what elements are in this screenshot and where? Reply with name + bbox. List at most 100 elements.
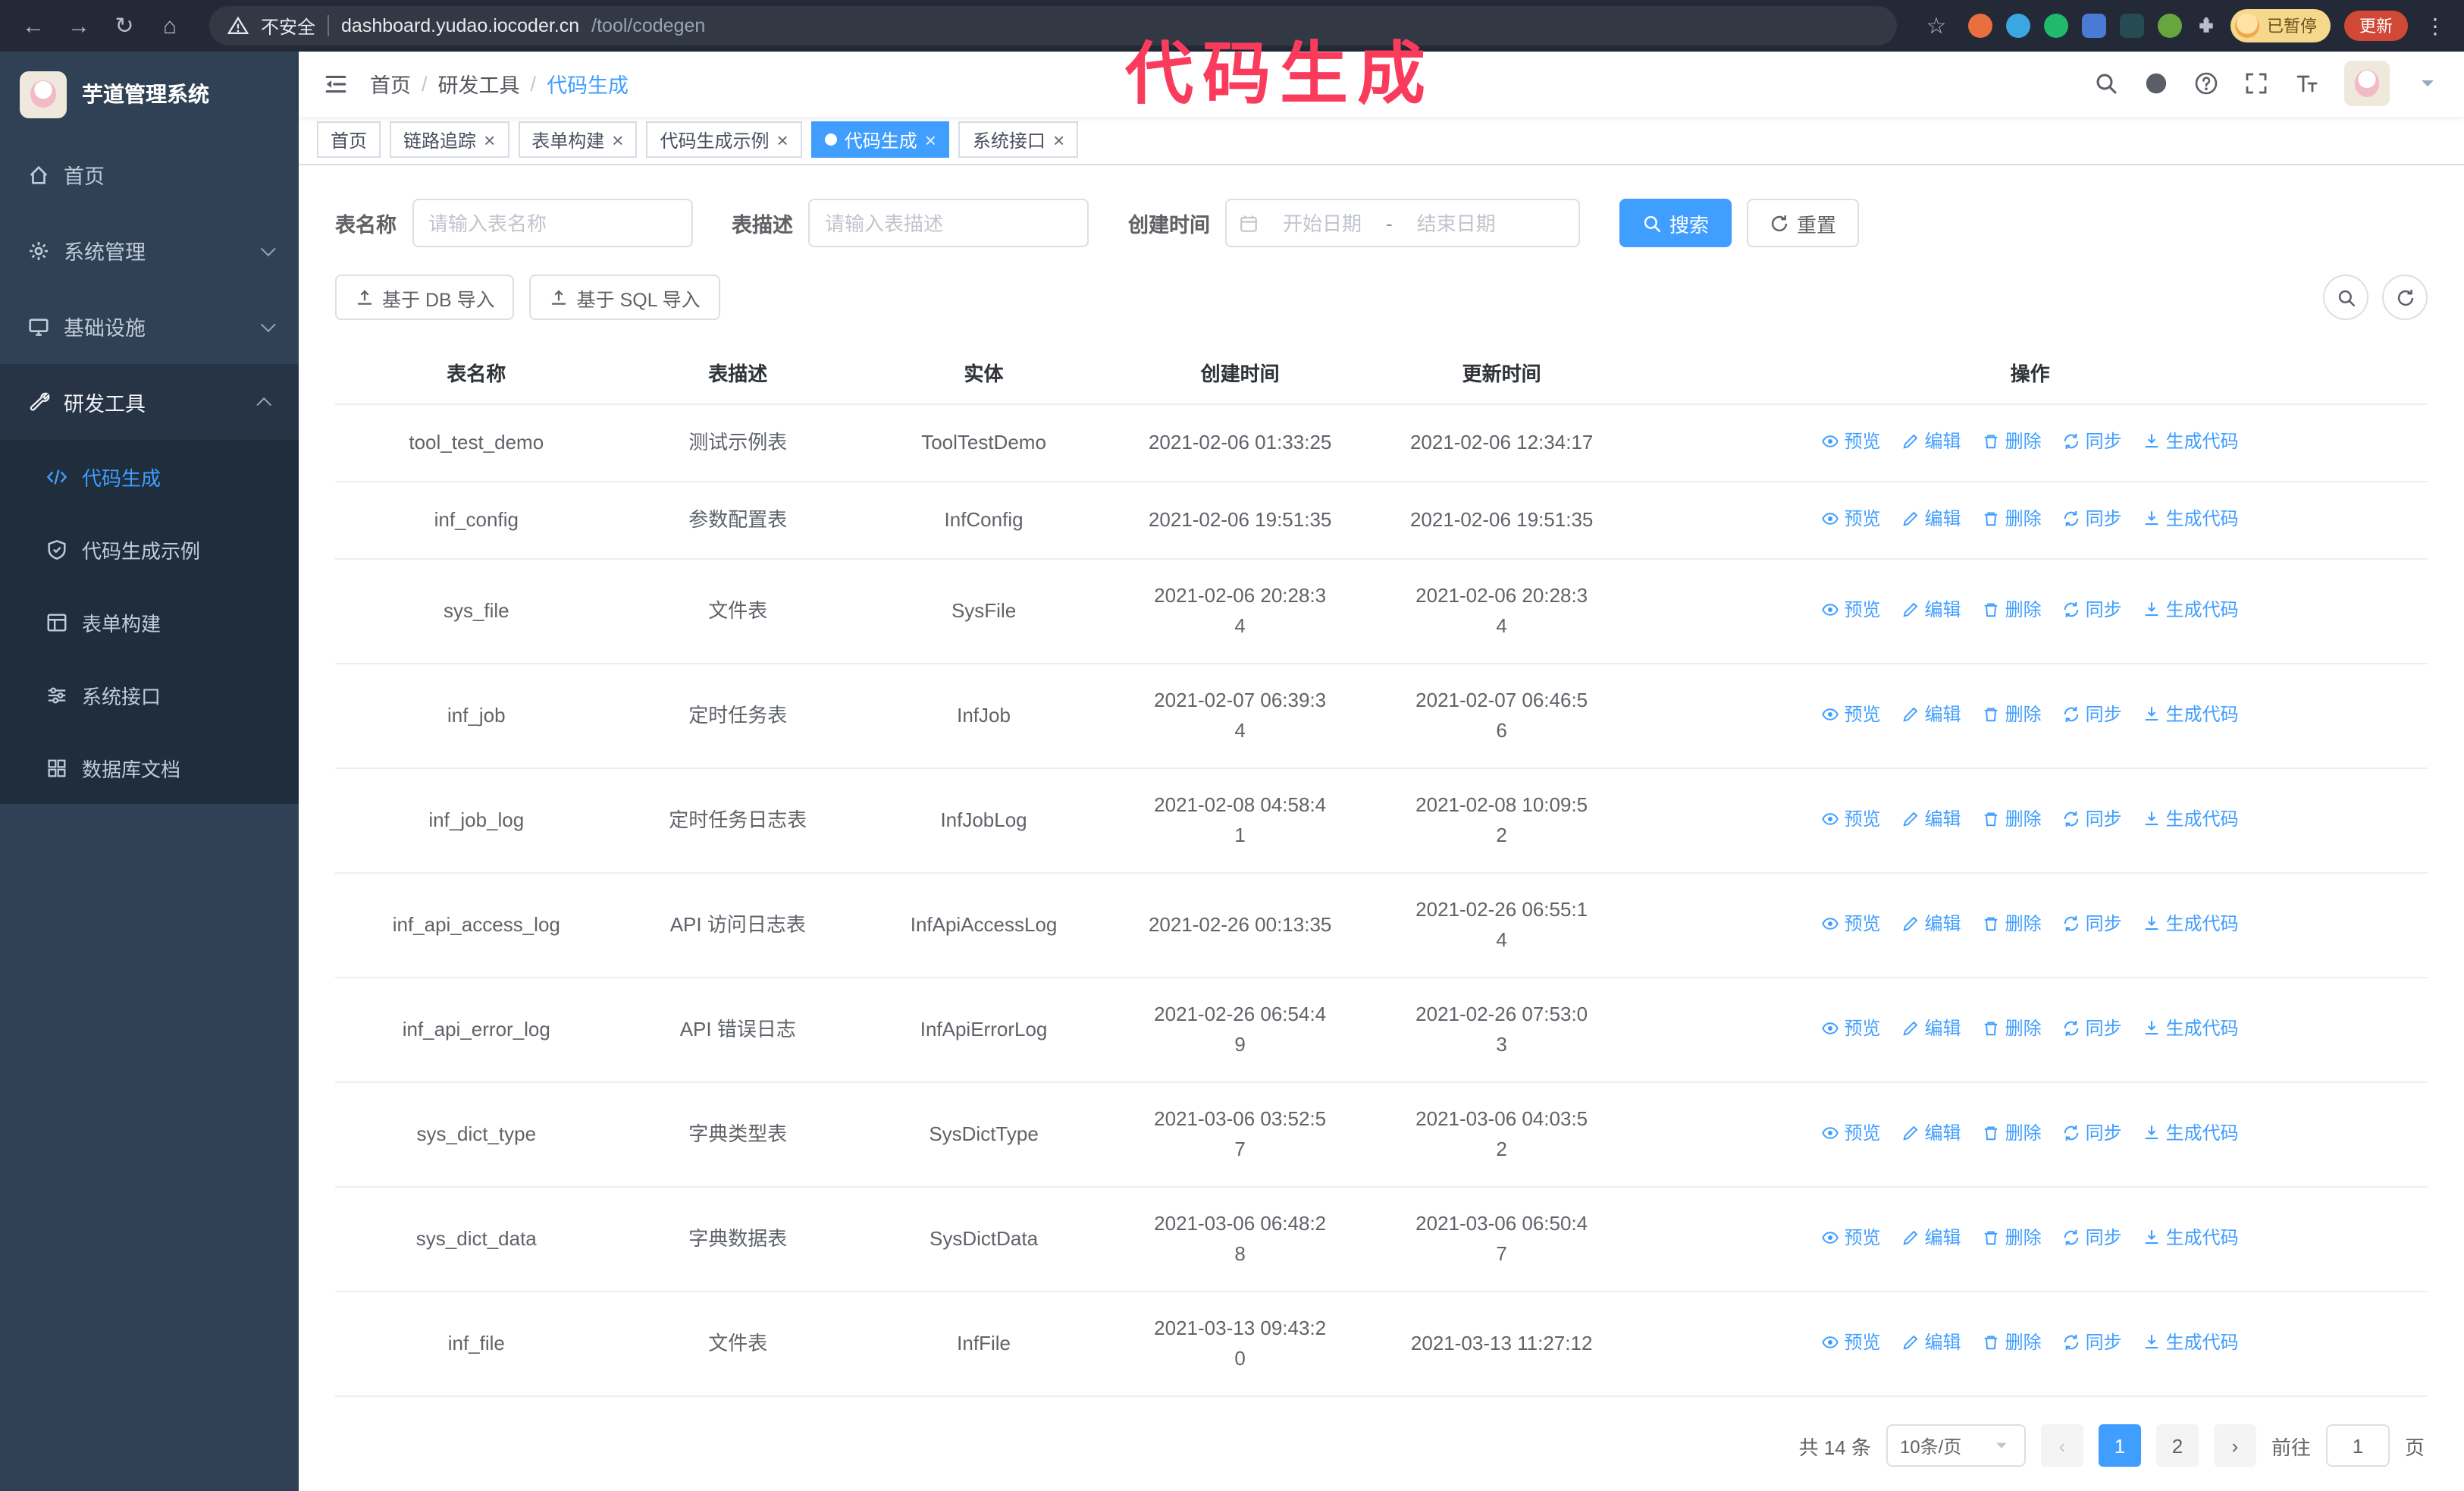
extensions-puzzle-icon[interactable] <box>2196 15 2217 36</box>
page-size-select[interactable]: 10条/页 <box>1886 1424 2026 1467</box>
tab-close-icon[interactable]: × <box>777 130 788 150</box>
preview-link[interactable]: 预览 <box>1822 909 1881 939</box>
extension-icon-6[interactable] <box>2158 14 2182 38</box>
browser-forward-icon[interactable]: → <box>61 8 97 44</box>
sync-link[interactable]: 同步 <box>2063 804 2122 834</box>
sidebar-item-db-docs[interactable]: 数据库文档 <box>0 731 299 804</box>
breadcrumb-item-home[interactable]: 首页 <box>370 69 411 99</box>
generate-code-link[interactable]: 生成代码 <box>2143 1118 2239 1148</box>
sidebar-item-home[interactable]: 首页 <box>0 137 299 212</box>
sidebar-item-codegen-example[interactable]: 代码生成示例 <box>0 513 299 585</box>
page-number-button[interactable]: 2 <box>2155 1424 2199 1467</box>
breadcrumb-item-dev-tools[interactable]: 研发工具 <box>438 69 520 99</box>
generate-code-link[interactable]: 生成代码 <box>2143 804 2239 834</box>
edit-link[interactable]: 编辑 <box>1902 909 1961 939</box>
search-button[interactable]: 搜索 <box>1619 199 1732 247</box>
edit-link[interactable]: 编辑 <box>1902 1327 1961 1358</box>
page-number-button[interactable]: 1 <box>2098 1424 2141 1467</box>
generate-code-link[interactable]: 生成代码 <box>2143 909 2239 939</box>
browser-menu-icon[interactable]: ⋮ <box>2422 13 2449 39</box>
security-label[interactable]: 不安全 <box>261 13 315 39</box>
next-page-button[interactable]: › <box>2213 1424 2256 1467</box>
edit-link[interactable]: 编辑 <box>1902 804 1961 834</box>
extension-icon-5[interactable] <box>2120 14 2144 38</box>
search-icon[interactable] <box>2094 72 2118 96</box>
fullscreen-icon[interactable] <box>2244 72 2268 96</box>
browser-update-button[interactable]: 更新 <box>2344 11 2408 41</box>
sync-link[interactable]: 同步 <box>2063 1013 2122 1044</box>
generate-code-link[interactable]: 生成代码 <box>2143 1327 2239 1358</box>
goto-page-input[interactable] <box>2325 1424 2390 1467</box>
delete-link[interactable]: 删除 <box>1983 504 2042 534</box>
preview-link[interactable]: 预览 <box>1822 426 1881 457</box>
edit-link[interactable]: 编辑 <box>1902 699 1961 730</box>
tab[interactable]: 代码生成 × <box>810 121 950 159</box>
tab-close-icon[interactable]: × <box>612 130 623 150</box>
delete-link[interactable]: 删除 <box>1983 595 2042 625</box>
edit-link[interactable]: 编辑 <box>1902 595 1961 625</box>
sync-link[interactable]: 同步 <box>2063 1223 2122 1253</box>
refresh-table-button[interactable] <box>2382 275 2428 320</box>
sync-link[interactable]: 同步 <box>2063 1327 2122 1358</box>
table-desc-input[interactable] <box>808 199 1089 247</box>
delete-link[interactable]: 删除 <box>1983 699 2042 730</box>
sync-link[interactable]: 同步 <box>2063 426 2122 457</box>
preview-link[interactable]: 预览 <box>1822 699 1881 730</box>
sync-link[interactable]: 同步 <box>2063 909 2122 939</box>
import-db-button[interactable]: 基于 DB 导入 <box>335 275 515 320</box>
extension-icon-3[interactable] <box>2044 14 2068 38</box>
sidebar-item-system-api[interactable]: 系统接口 <box>0 658 299 731</box>
tab[interactable]: 表单构建 × <box>518 121 638 159</box>
import-sql-button[interactable]: 基于 SQL 导入 <box>529 275 720 320</box>
end-date-input[interactable] <box>1398 212 1514 234</box>
preview-link[interactable]: 预览 <box>1822 595 1881 625</box>
edit-link[interactable]: 编辑 <box>1902 1223 1961 1253</box>
help-icon[interactable] <box>2194 72 2218 96</box>
github-icon[interactable] <box>2144 72 2168 96</box>
sidebar-item-codegen[interactable]: 代码生成 <box>0 440 299 513</box>
generate-code-link[interactable]: 生成代码 <box>2143 1013 2239 1044</box>
generate-code-link[interactable]: 生成代码 <box>2143 699 2239 730</box>
generate-code-link[interactable]: 生成代码 <box>2143 426 2239 457</box>
tab-close-icon[interactable]: × <box>1053 130 1064 150</box>
sidebar-item-dev-tools[interactable]: 研发工具 <box>0 364 299 440</box>
prev-page-button[interactable]: ‹ <box>2040 1424 2083 1467</box>
edit-link[interactable]: 编辑 <box>1902 504 1961 534</box>
sync-link[interactable]: 同步 <box>2063 595 2122 625</box>
delete-link[interactable]: 删除 <box>1983 909 2042 939</box>
toggle-search-button[interactable] <box>2323 275 2368 320</box>
caret-down-icon[interactable] <box>2415 72 2440 96</box>
sync-link[interactable]: 同步 <box>2063 699 2122 730</box>
preview-link[interactable]: 预览 <box>1822 504 1881 534</box>
extension-icon-2[interactable] <box>2006 14 2030 38</box>
browser-home-icon[interactable]: ⌂ <box>152 8 188 44</box>
tab-close-icon[interactable]: × <box>925 130 936 150</box>
reset-button[interactable]: 重置 <box>1747 199 1860 247</box>
user-avatar[interactable] <box>2344 61 2390 107</box>
sidebar-item-form-builder[interactable]: 表单构建 <box>0 585 299 658</box>
start-date-input[interactable] <box>1265 212 1380 234</box>
sidebar-item-system-management[interactable]: 系统管理 <box>0 212 299 288</box>
bookmark-star-icon[interactable]: ☆ <box>1918 8 1955 44</box>
app-logo[interactable]: 芋道管理系统 <box>0 52 299 137</box>
edit-link[interactable]: 编辑 <box>1902 426 1961 457</box>
delete-link[interactable]: 删除 <box>1983 804 2042 834</box>
tab[interactable]: 首页 × <box>317 121 381 159</box>
date-range-picker[interactable]: - <box>1225 199 1580 247</box>
delete-link[interactable]: 删除 <box>1983 1223 2042 1253</box>
tab[interactable]: 系统接口 × <box>958 121 1079 159</box>
delete-link[interactable]: 删除 <box>1983 1118 2042 1148</box>
collapse-sidebar-icon[interactable] <box>323 71 349 97</box>
browser-back-icon[interactable]: ← <box>15 8 52 44</box>
sync-link[interactable]: 同步 <box>2063 504 2122 534</box>
preview-link[interactable]: 预览 <box>1822 1118 1881 1148</box>
profile-paused-badge[interactable]: 已暂停 <box>2230 9 2331 42</box>
generate-code-link[interactable]: 生成代码 <box>2143 1223 2239 1253</box>
edit-link[interactable]: 编辑 <box>1902 1013 1961 1044</box>
sidebar-item-infrastructure[interactable]: 基础设施 <box>0 288 299 364</box>
tab[interactable]: 链路追踪 × <box>390 121 509 159</box>
table-name-input[interactable] <box>412 199 692 247</box>
delete-link[interactable]: 删除 <box>1983 1327 2042 1358</box>
extension-icon-4[interactable] <box>2082 14 2106 38</box>
tab-close-icon[interactable]: × <box>484 130 495 150</box>
